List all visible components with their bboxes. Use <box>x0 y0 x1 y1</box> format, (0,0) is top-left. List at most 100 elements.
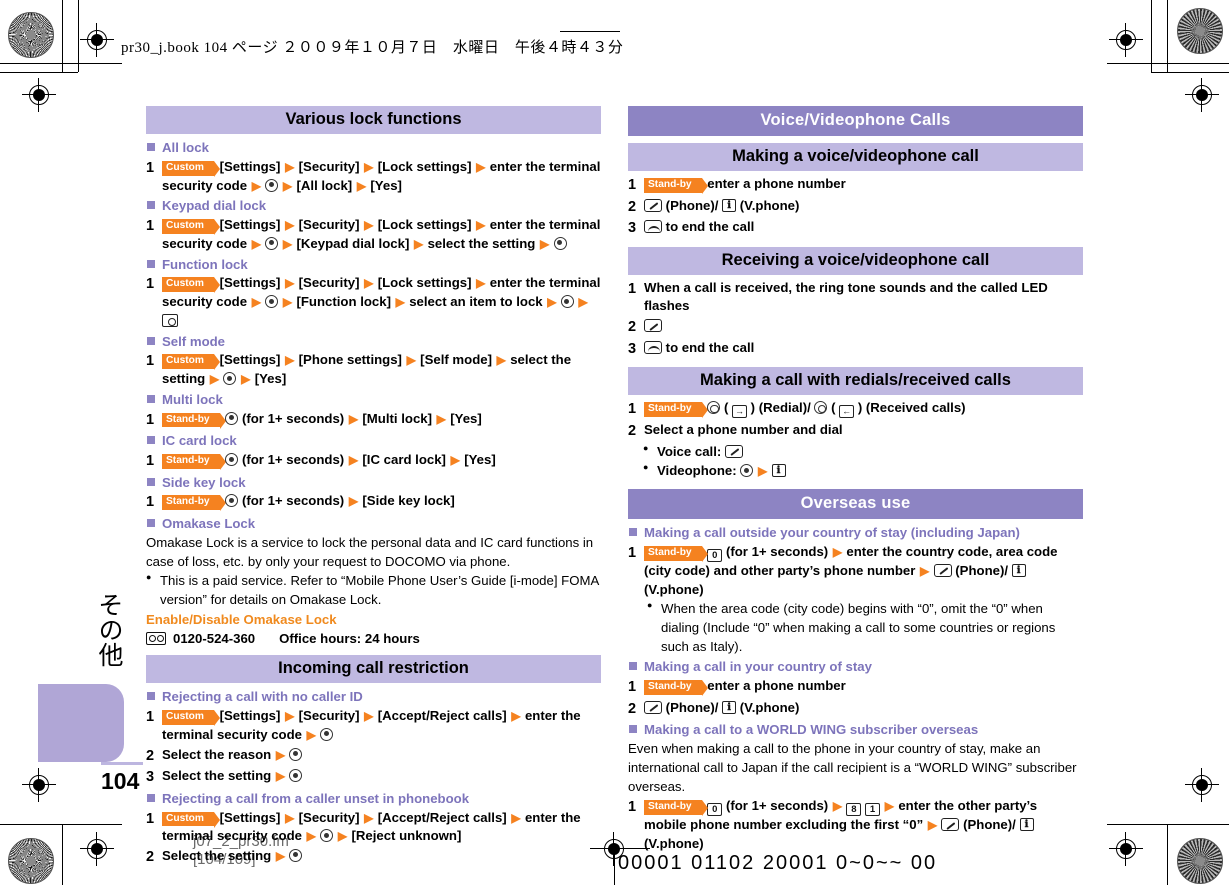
arrow-separator-icon: ▶ <box>241 372 254 387</box>
step-number: 1 <box>146 810 155 827</box>
subsection-heading-label: Rejecting a call from a caller unset in … <box>162 790 470 806</box>
step-text: [Yes] <box>464 452 496 468</box>
step-text: [Keypad dial lock] <box>296 235 414 251</box>
step-text: (V.phone) <box>644 836 704 852</box>
arrow-separator-icon: ▶ <box>275 769 289 784</box>
step-content: Stand-by (for 1+ seconds) ▶ [Multi lock]… <box>162 410 601 429</box>
procedure-step: 2 Select a phone number and dial <box>628 421 1083 442</box>
section-header-making-a-call-with-redials: Making a call with redials/received call… <box>628 367 1083 396</box>
step-content: Custom [Settings] ▶ [Security] ▶ [Accept… <box>162 809 601 846</box>
step-number: 2 <box>146 848 155 865</box>
arrow-separator-icon: ▶ <box>884 799 898 814</box>
step-text: [Lock settings] <box>377 275 476 291</box>
step-content: Stand-by (for 1+ seconds) ▶ [IC card loc… <box>162 451 601 470</box>
arrow-separator-icon: ▶ <box>511 709 524 724</box>
camera-icon <box>162 313 178 327</box>
crosshair-mark <box>80 832 114 866</box>
step-text: [Security] <box>298 809 364 825</box>
select-icon <box>265 236 279 250</box>
send-icon <box>724 444 743 458</box>
reg-line <box>62 0 63 72</box>
arrow-separator-icon: ▶ <box>356 178 370 193</box>
select-icon <box>223 372 237 386</box>
procedure-step: 1 Stand-by ( → ) (Redial)/ ( ← ) (Receive… <box>628 399 1083 420</box>
key-8-icon: 8 <box>846 803 862 817</box>
crosshair-mark <box>1185 768 1219 802</box>
subsection-heading-label: Rejecting a call with no caller ID <box>162 689 363 705</box>
step-content: Select a phone number and dial <box>644 421 1083 440</box>
step-number: 1 <box>146 453 155 470</box>
subsection-heading-label: Self mode <box>162 333 226 349</box>
procedure-step: 3 to end the call <box>628 218 1083 239</box>
step-text: Select a phone number and dial <box>644 421 843 437</box>
step-number: 1 <box>146 276 155 293</box>
arrow-separator-icon: ▶ <box>337 829 351 844</box>
omakase-contact-line: 0120-524-360 Office hours: 24 hours <box>146 631 601 646</box>
step-text: Select the setting <box>162 847 275 863</box>
subsection-heading-label: Side key lock <box>162 474 246 490</box>
step-text: (Phone)/ <box>963 817 1020 833</box>
procedure-step: 2 Select the setting ▶ <box>146 847 601 868</box>
step-text: Videophone: <box>657 463 741 479</box>
crosshair-mark <box>22 768 56 802</box>
procedure-step: 1 Stand-by enter a phone number <box>628 175 1083 196</box>
step-content: Stand-by enter a phone number <box>644 677 1083 697</box>
procedure-step: 2 (Phone)/ (V.phone) <box>628 197 1083 218</box>
videophone-icon <box>722 198 737 213</box>
select-icon <box>320 829 334 843</box>
section-header-making-a-voice-videophone-call: Making a voice/videophone call <box>628 143 1083 171</box>
step-text: select an item to lock <box>409 294 547 310</box>
procedure-step: 1 Stand-by (for 1+ seconds) ▶ [IC card lo… <box>146 451 601 472</box>
step-text: [IC card lock] <box>362 452 450 468</box>
crosshair-mark <box>1109 23 1143 57</box>
step-text: (for 1+ seconds) <box>241 452 348 468</box>
select-icon <box>289 769 303 783</box>
mode-tag-stand-by: Stand-by <box>644 680 708 697</box>
end-icon <box>644 220 662 234</box>
mode-tag-custom: Custom <box>162 354 220 371</box>
overseas-description: Even when making a call to the phone in … <box>628 741 1077 794</box>
step-text: [Function lock] <box>296 294 395 310</box>
step-number: 1 <box>628 177 637 193</box>
subsection-heading: Rejecting a call with no caller ID <box>146 688 601 706</box>
square-bullet-icon <box>147 336 155 345</box>
step-text: [Security] <box>298 708 364 724</box>
send-icon <box>933 563 952 577</box>
arrow-separator-icon: ▶ <box>251 236 265 251</box>
procedure-step: 1 Custom [Settings] ▶ [Security] ▶ [Accep… <box>146 809 601 846</box>
step-text: [Phone settings] <box>298 352 406 368</box>
subsection-heading-label: Keypad dial lock <box>162 198 267 214</box>
reg-line <box>1167 0 1168 72</box>
mode-tag-custom: Custom <box>162 277 220 294</box>
mode-tag-stand-by: Stand-by <box>644 800 708 817</box>
step-content: Stand-by (for 1+ seconds) ▶ [Side key lo… <box>162 492 601 512</box>
freedial-icon <box>146 632 166 646</box>
step-content: Custom [Settings] ▶ [Security] ▶ [Lock s… <box>162 274 601 330</box>
step-text: (Phone)/ <box>955 562 1012 578</box>
arrow-separator-icon: ▶ <box>209 372 223 387</box>
dial-method-bullet: Videophone: ▶ <box>641 461 1083 481</box>
step-text: enter a phone number <box>707 678 846 694</box>
overseas-note-bullet: When the area code (city code) begins wi… <box>647 599 1083 656</box>
section-header-incoming-call-restriction: Incoming call restriction <box>146 655 601 684</box>
arrow-separator-icon: ▶ <box>364 810 377 825</box>
step-content: When a call is received, the ring tone s… <box>644 279 1083 316</box>
mode-tag-stand-by: Stand-by <box>162 412 226 429</box>
select-icon <box>289 848 303 862</box>
select-icon <box>225 494 239 508</box>
step-text: [Settings] <box>219 708 285 724</box>
arrow-separator-icon: ▶ <box>275 848 289 863</box>
step-number: 3 <box>146 769 155 786</box>
step-text: [Settings] <box>219 352 285 368</box>
subsection-heading-label: All lock <box>162 140 209 155</box>
step-content: (Phone)/ (V.phone) <box>644 699 1083 718</box>
step-content: Stand-by 0 (for 1+ seconds) ▶ 8 1 ▶ ente… <box>644 797 1083 853</box>
starburst-mark <box>1177 838 1223 884</box>
step-text: [Yes] <box>370 177 402 193</box>
reg-line <box>560 31 620 32</box>
step-content: to end the call <box>644 339 1083 358</box>
